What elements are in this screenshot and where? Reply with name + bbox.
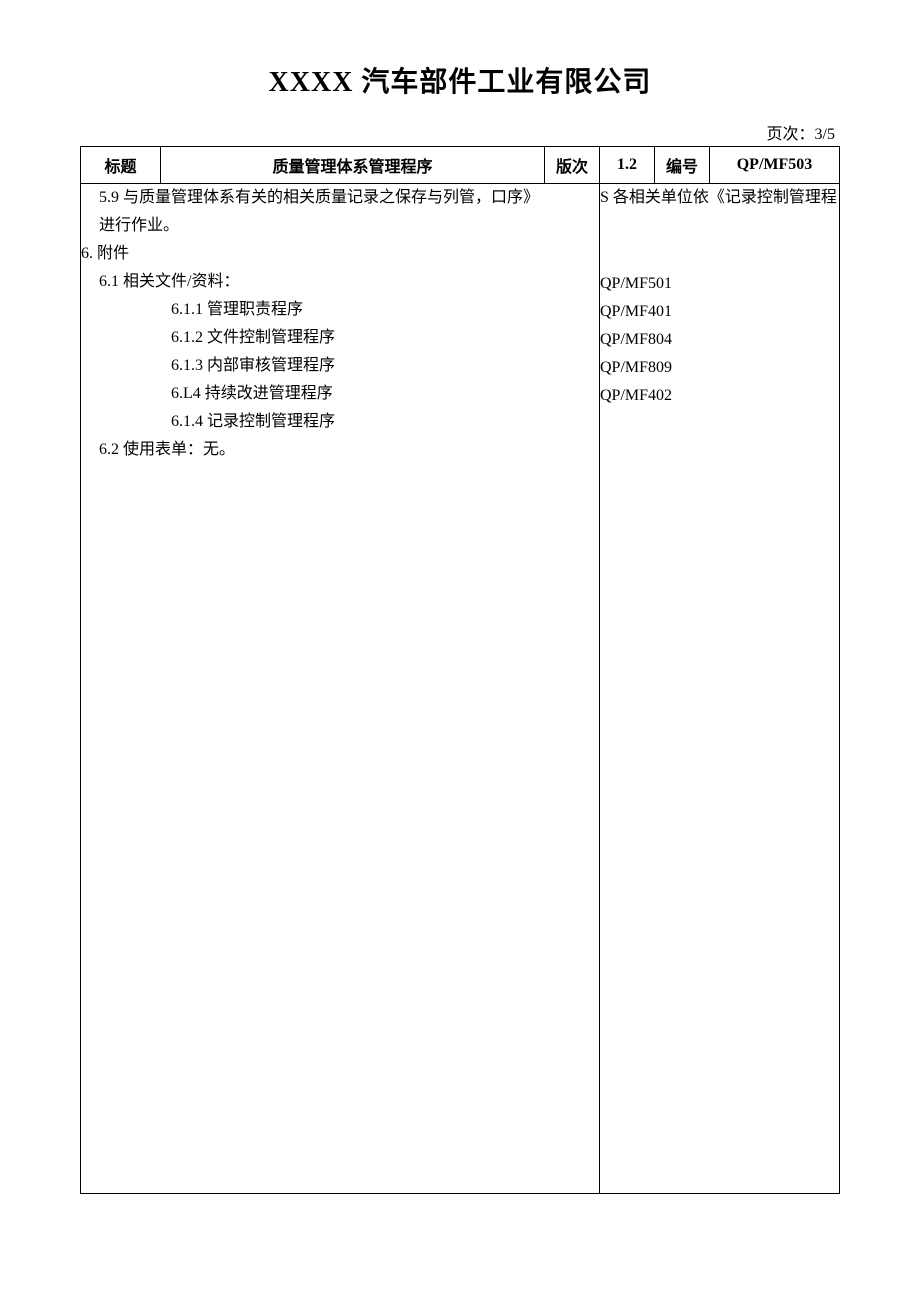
section-6-1: 6.1 相关文件/资料：	[81, 268, 599, 296]
doc-item-name: 文件控制管理程序	[207, 329, 335, 346]
content-right-cell: S 各相关单位依《记录控制管理程 QP/MF501 QP/MF401 QP/MF…	[600, 184, 840, 1194]
number-value: QP/MF503	[710, 147, 840, 184]
doc-item-num: 6.1.4	[171, 413, 203, 430]
doc-code: QP/MF804	[600, 326, 839, 354]
doc-item: 6.1.4 记录控制管理程序	[81, 408, 599, 436]
right-top-text: S 各相关单位依《记录控制管理程	[600, 184, 839, 212]
header-row: 标题 质量管理体系管理程序 版次 1.2 编号 QP/MF503	[81, 147, 840, 184]
doc-code: QP/MF809	[600, 354, 839, 382]
doc-item-name: 记录控制管理程序	[207, 413, 335, 430]
content-left-cell: 5.9 与质量管理体系有关的相关质量记录之保存与列管，口序》 进行作业。 6. …	[81, 184, 600, 1194]
section-6-2: 6.2 使用表单：无。	[81, 436, 599, 464]
doc-item-name: 持续改进管理程序	[205, 385, 333, 402]
doc-item: 6.L4 持续改进管理程序	[81, 380, 599, 408]
content-row: 5.9 与质量管理体系有关的相关质量记录之保存与列管，口序》 进行作业。 6. …	[81, 184, 840, 1194]
doc-item: 6.1.2 文件控制管理程序	[81, 324, 599, 352]
section-5-9: 5.9 与质量管理体系有关的相关质量记录之保存与列管，口序》	[81, 184, 599, 212]
doc-item-num: 6.1.3	[171, 357, 203, 374]
doc-item-name: 管理职责程序	[207, 301, 303, 318]
number-label: 编号	[655, 147, 710, 184]
doc-item-num: 6.L4	[171, 385, 201, 402]
doc-code: QP/MF402	[600, 382, 839, 410]
company-title: XXXX 汽车部件工业有限公司	[80, 60, 840, 100]
section-6: 6. 附件	[81, 240, 599, 268]
doc-code: QP/MF501	[600, 270, 839, 298]
doc-code: QP/MF401	[600, 298, 839, 326]
page-indicator: 页次：3/5	[80, 120, 840, 144]
title-value: 质量管理体系管理程序	[161, 147, 545, 184]
section-5-9-cont: 进行作业。	[81, 212, 599, 240]
doc-item: 6.1.1 管理职责程序	[81, 296, 599, 324]
version-label: 版次	[545, 147, 600, 184]
doc-code-list: QP/MF501 QP/MF401 QP/MF804 QP/MF809 QP/M…	[600, 270, 839, 410]
doc-item-num: 6.1.2	[171, 329, 203, 346]
title-label: 标题	[81, 147, 161, 184]
document-table: 标题 质量管理体系管理程序 版次 1.2 编号 QP/MF503 5.9 与质量…	[80, 146, 840, 1194]
doc-item-name: 内部审核管理程序	[207, 357, 335, 374]
doc-item: 6.1.3 内部审核管理程序	[81, 352, 599, 380]
doc-item-num: 6.1.1	[171, 301, 203, 318]
version-value: 1.2	[600, 147, 655, 184]
